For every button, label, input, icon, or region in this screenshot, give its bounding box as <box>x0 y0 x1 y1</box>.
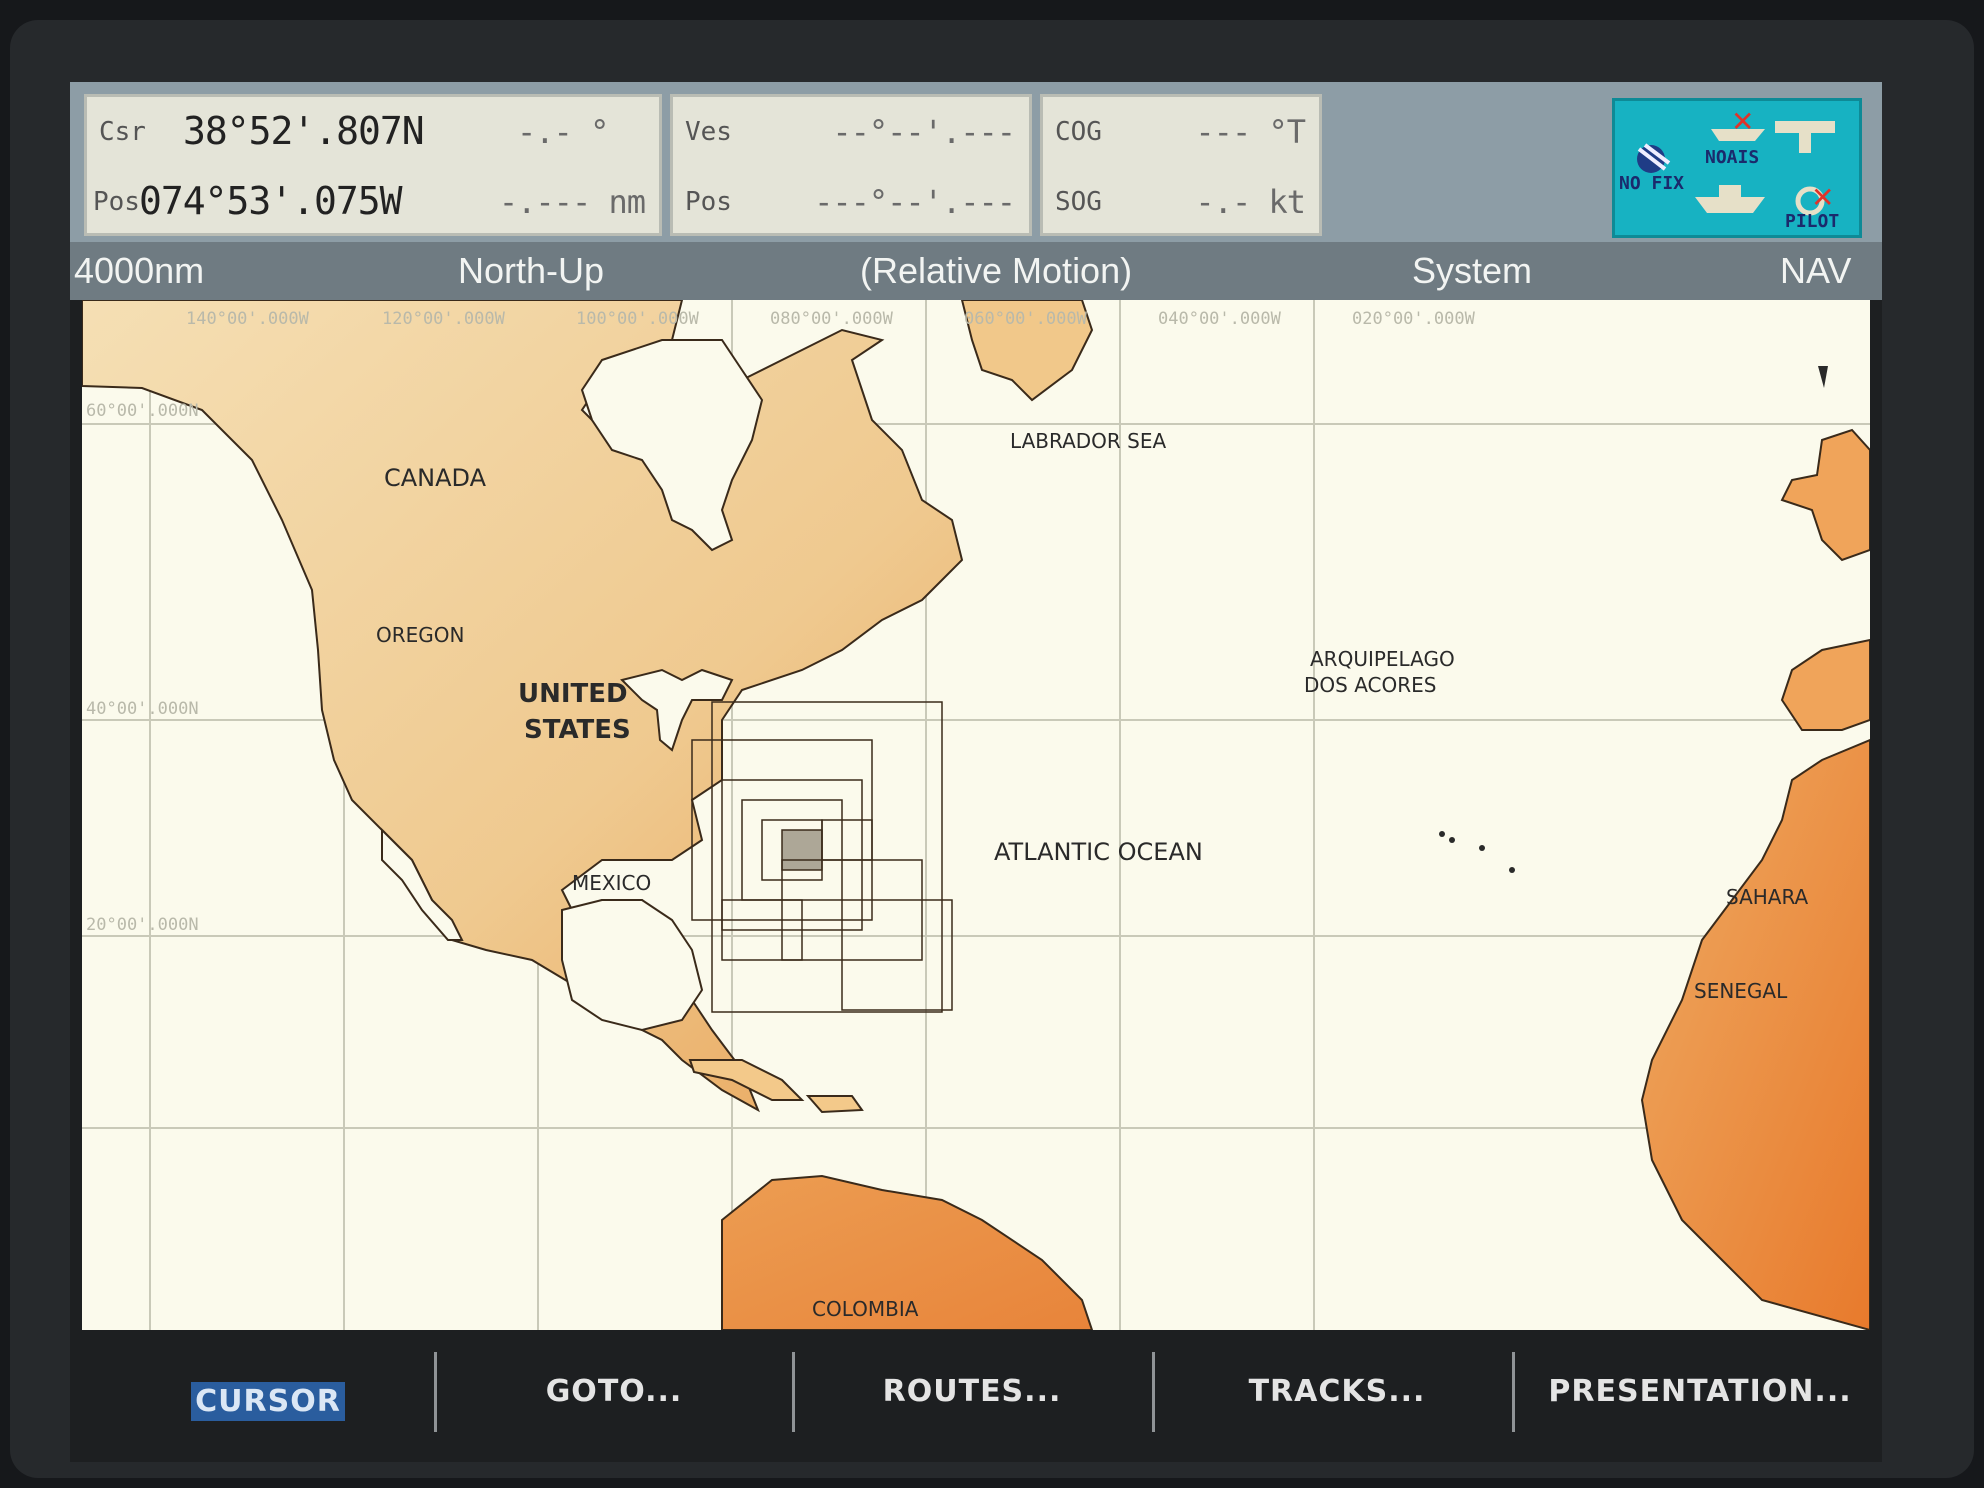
status-indicator-box[interactable]: ✕ ✕ NOAIS NO FIX PILOT <box>1612 98 1862 238</box>
mode-indicator: NAV <box>1780 250 1852 291</box>
lat-label-40n: 40°00'.000N <box>86 699 199 719</box>
azores-islands <box>1439 831 1515 873</box>
label-sahara: SAHARA <box>1726 885 1809 909</box>
label-canada: CANADA <box>384 464 487 492</box>
data-header: Csr 38°52'.807N -.- ° Pos 074°53'.075W -… <box>70 82 1882 242</box>
lon-label-100w: 100°00'.000W <box>576 309 700 329</box>
goto-softkey[interactable]: GOTO... <box>444 1362 784 1422</box>
softkey-divider <box>792 1352 795 1432</box>
chart-canvas[interactable]: 140°00'.000W 120°00'.000W 100°00'.000W 0… <box>82 300 1870 1330</box>
chart-mode-bar: 4000nm North-Up (Relative Motion) System… <box>70 242 1882 300</box>
north-arrow-icon <box>1818 366 1828 388</box>
label-mexico: MEXICO <box>572 871 651 895</box>
softkey-divider <box>1152 1352 1155 1432</box>
softkey-bar: CURSOR GOTO... ROUTES... TRACKS... PRESE… <box>70 1332 1882 1462</box>
tracks-softkey[interactable]: TRACKS... <box>1162 1362 1512 1422</box>
pilot-icon <box>1775 121 1835 153</box>
lat-label-20n: 20°00'.000N <box>86 915 199 935</box>
pilot-cross-icon: ✕ <box>1811 181 1835 214</box>
label-azores-2: DOS ACORES <box>1304 673 1436 697</box>
label-colombia: COLOMBIA <box>812 1297 919 1321</box>
label-oregon: OREGON <box>376 623 464 647</box>
vessel-latitude: --°--'.--- <box>832 113 1016 151</box>
range-indicator[interactable]: 4000nm <box>74 250 204 292</box>
presentation-softkey[interactable]: PRESENTATION... <box>1522 1362 1878 1422</box>
vessel-pos-label: Pos <box>685 187 732 217</box>
orientation-indicator[interactable]: North-Up <box>458 250 604 292</box>
lon-label-040w: 040°00'.000W <box>1158 309 1282 329</box>
vessel-label: Ves <box>685 117 732 147</box>
cog-value: --- °T <box>1195 113 1306 151</box>
lon-label-060w: 060°00'.000W <box>964 309 1088 329</box>
motion-mode-indicator[interactable]: (Relative Motion) <box>860 250 1132 292</box>
hispaniola <box>805 1095 864 1114</box>
lat-label-60n: 60°00'.000N <box>86 401 199 421</box>
africa-landmass <box>1640 738 1870 1330</box>
pilot-status: PILOT <box>1785 211 1840 232</box>
label-atlantic: ATLANTIC OCEAN <box>994 838 1203 866</box>
cursor-softkey[interactable]: CURSOR <box>168 1372 368 1432</box>
cog-sog-panel: COG --- °T SOG -.- kt <box>1040 94 1322 236</box>
cursor-position-panel: Csr 38°52'.807N -.- ° Pos 074°53'.075W -… <box>84 94 662 236</box>
lon-label-020w: 020°00'.000W <box>1352 309 1476 329</box>
cursor-distance: -.--- nm <box>498 183 646 221</box>
cursor-longitude: 074°53'.075W <box>139 179 403 223</box>
label-labrador-sea: LABRADOR SEA <box>1010 429 1167 453</box>
lon-label-080w: 080°00'.000W <box>770 309 894 329</box>
vessel-position-panel: Ves --°--'.--- Pos ---°--'.--- <box>670 94 1032 236</box>
cursor-latitude: 38°52'.807N <box>183 109 425 153</box>
cursor-pos-label: Pos <box>93 187 140 217</box>
datum-indicator: System <box>1412 250 1533 291</box>
cursor-bearing: -.- ° <box>517 113 609 151</box>
sog-label: SOG <box>1055 187 1102 217</box>
label-azores-1: ARQUIPELAGO <box>1310 647 1455 671</box>
nofix-status: NO FIX <box>1619 173 1685 194</box>
label-states: STATES <box>524 715 631 745</box>
iberia-landmass <box>1780 638 1870 731</box>
boat-icon <box>1695 185 1765 213</box>
nautical-chart[interactable]: 140°00'.000W 120°00'.000W 100°00'.000W 0… <box>82 300 1870 1330</box>
sog-value: -.- kt <box>1195 183 1306 221</box>
gps-satellite-icon <box>1637 143 1671 173</box>
label-united: UNITED <box>518 679 628 709</box>
lon-label-140w: 140°00'.000W <box>186 309 310 329</box>
routes-softkey[interactable]: ROUTES... <box>802 1362 1142 1422</box>
lon-label-120w: 120°00'.000W <box>382 309 506 329</box>
chartplotter-screen: Csr 38°52'.807N -.- ° Pos 074°53'.075W -… <box>70 82 1882 1462</box>
noais-status: NOAIS <box>1705 147 1760 168</box>
british-isles <box>1780 428 1870 562</box>
latitude-labels: 60°00'.000N 40°00'.000N 20°00'.000N <box>86 401 199 935</box>
cursor-label: Csr <box>99 117 146 147</box>
noais-cross-icon: ✕ <box>1731 105 1755 138</box>
gulf-of-mexico <box>561 899 704 1032</box>
label-senegal: SENEGAL <box>1694 979 1788 1003</box>
vessel-longitude: ---°--'.--- <box>814 183 1016 221</box>
softkey-divider <box>1512 1352 1515 1432</box>
softkey-divider <box>434 1352 437 1432</box>
cog-label: COG <box>1055 117 1102 147</box>
cursor-softkey-label: CURSOR <box>191 1382 345 1421</box>
